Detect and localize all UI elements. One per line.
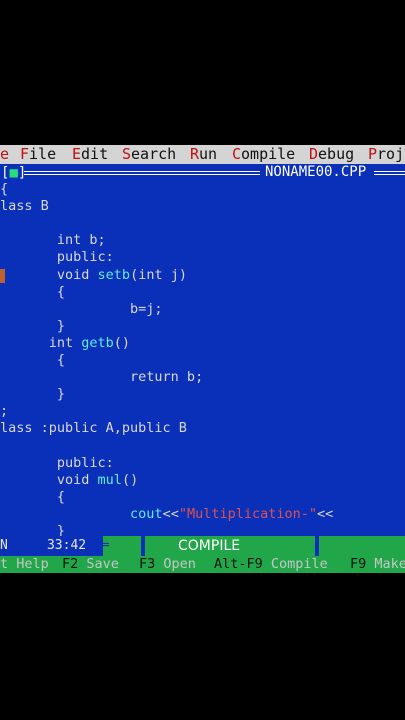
code-token: int b; bbox=[0, 232, 106, 249]
code-token: } bbox=[0, 317, 66, 334]
status-divider-1 bbox=[141, 536, 145, 556]
code-token: setb bbox=[97, 266, 131, 283]
compile-status-label: COMPILE bbox=[178, 538, 241, 554]
menu-debug[interactable]: Debug bbox=[309, 145, 354, 164]
code-token: { bbox=[0, 181, 9, 197]
code-line: void setb(int j) bbox=[0, 267, 187, 284]
code-line: b=j; bbox=[0, 301, 163, 318]
titlebar-double-line-right bbox=[374, 171, 405, 175]
code-token: public: bbox=[0, 454, 114, 471]
menu-project[interactable]: Proj bbox=[368, 145, 404, 164]
code-line: } bbox=[0, 318, 65, 335]
status-divider-2 bbox=[315, 536, 319, 556]
status-separator: ═ bbox=[101, 538, 109, 553]
code-token: cout bbox=[130, 505, 163, 522]
hint-save[interactable]: F2 Save bbox=[62, 556, 119, 573]
code-token: { bbox=[0, 488, 66, 505]
menu-search[interactable]: Search bbox=[122, 145, 176, 164]
menu-edit[interactable]: Edit bbox=[72, 145, 108, 164]
window-close-button[interactable]: [■] bbox=[1, 165, 26, 181]
code-token: { bbox=[0, 283, 66, 300]
code-line: int b; bbox=[0, 232, 106, 249]
code-line: { bbox=[0, 352, 65, 369]
menu-bar: e File Edit Search Run Compile Debug Pro… bbox=[0, 145, 405, 164]
code-line: { bbox=[0, 284, 65, 301]
menu-compile[interactable]: Compile bbox=[232, 145, 295, 164]
titlebar-double-line-left bbox=[24, 171, 260, 175]
code-line: return b; bbox=[0, 369, 203, 386]
close-icon: ■ bbox=[9, 165, 18, 181]
cursor-position: 33:42 bbox=[46, 538, 87, 553]
code-token: getb bbox=[81, 334, 114, 351]
code-line: cout<<"Multiplication-"<< bbox=[0, 506, 333, 523]
code-token: b=j; bbox=[0, 300, 163, 317]
menu-file[interactable]: File bbox=[20, 145, 56, 164]
menu-run[interactable]: Run bbox=[190, 145, 217, 164]
code-token: () bbox=[121, 471, 139, 488]
ide-screen: e File Edit Search Run Compile Debug Pro… bbox=[0, 145, 405, 573]
editor-window-titlebar: [■] NONAME00.CPP bbox=[0, 164, 405, 181]
window-filename: NONAME00.CPP bbox=[265, 164, 367, 180]
code-token: } bbox=[0, 386, 66, 403]
menu-edge-fragment: e bbox=[0, 145, 10, 163]
code-token: lass :public A,public B bbox=[0, 420, 187, 437]
code-token: public: bbox=[0, 249, 114, 266]
code-token: mul bbox=[97, 471, 122, 488]
code-line: public: bbox=[0, 249, 114, 266]
status-position-area: N 33:42 bbox=[0, 536, 103, 556]
hint-open[interactable]: F3 Open bbox=[139, 556, 196, 573]
hint-compile[interactable]: Alt-F9 Compile bbox=[214, 556, 328, 573]
code-token: void bbox=[0, 266, 98, 283]
code-line: void mul() bbox=[0, 472, 138, 489]
code-token: int bbox=[0, 334, 82, 351]
code-line: int getb() bbox=[0, 335, 130, 352]
code-token: lass B bbox=[0, 198, 49, 215]
code-line: { bbox=[0, 181, 8, 198]
code-token: return b; bbox=[0, 369, 204, 386]
code-line: lass :public A,public B bbox=[0, 420, 187, 437]
code-line: { bbox=[0, 489, 65, 506]
code-line: public: bbox=[0, 455, 114, 472]
code-token: { bbox=[0, 352, 66, 368]
code-token: ; bbox=[0, 403, 9, 420]
code-token: << bbox=[317, 505, 334, 522]
hint-help[interactable]: t Help bbox=[0, 556, 49, 573]
code-token: (int j) bbox=[130, 266, 187, 283]
code-line: ; bbox=[0, 403, 8, 420]
code-token: void bbox=[0, 471, 98, 488]
function-key-hint-bar: t Help F2 Save F3 Open Alt-F9 Compile F9… bbox=[0, 556, 405, 573]
status-bar: N 33:42 ═ COMPILE bbox=[0, 536, 405, 556]
code-token: "Multiplication-" bbox=[178, 505, 317, 522]
code-token: () bbox=[113, 334, 131, 351]
code-token: << bbox=[162, 505, 179, 522]
text-cursor-marker bbox=[0, 269, 5, 283]
code-line: lass B bbox=[0, 198, 49, 215]
hint-make[interactable]: F9 Make bbox=[350, 556, 405, 573]
code-line: } bbox=[0, 386, 65, 403]
